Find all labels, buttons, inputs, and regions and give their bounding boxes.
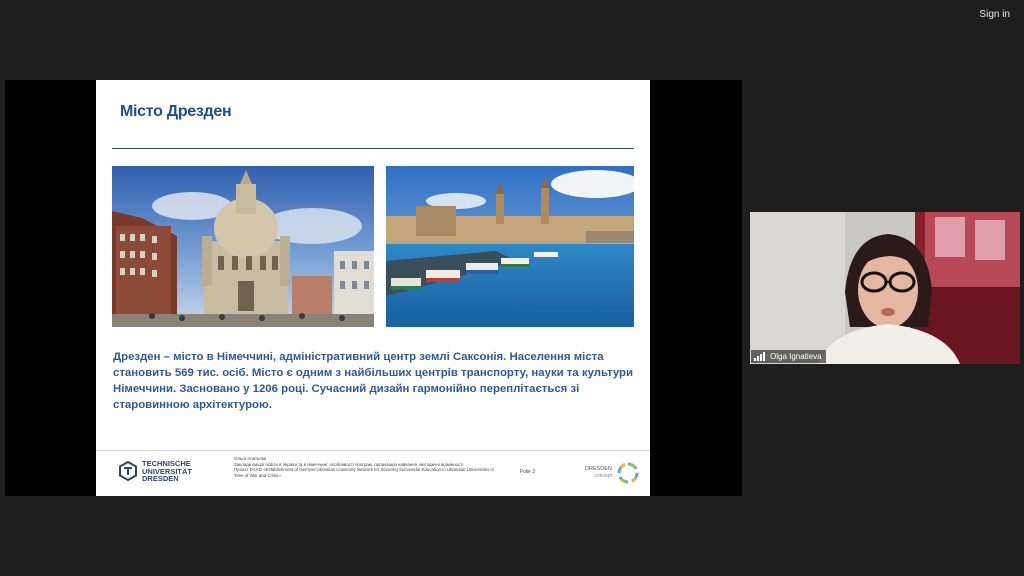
footer-divider	[96, 450, 650, 451]
presentation-slide: Місто Дрезден Дрезден – місто в Німеччин…	[96, 80, 650, 496]
footer-project: Проект DAAD «Establishment of German-Ukr…	[234, 467, 494, 478]
slide-page-number: Folie 3	[520, 469, 536, 475]
dresden-logo-sub: concept	[594, 473, 612, 479]
signal-strength-icon	[754, 352, 766, 361]
dresden-concept-ring-icon	[617, 462, 639, 484]
slide-title: Місто Дрезден	[120, 103, 232, 120]
tu-logo-line-3: DRESDEN	[142, 474, 179, 483]
footer-info: Ольга Ігнатьєва Заклади вищої освіти в У…	[234, 456, 504, 478]
participant-video-tile[interactable]: Olga Ignatieva	[750, 212, 1020, 364]
slide-body-text: Дрезден – місто в Німеччині, адміністрат…	[113, 351, 634, 411]
participant-name: Olga Ignatieva	[770, 352, 822, 361]
participant-video-feed	[750, 212, 1020, 364]
tu-dresden-emblem-icon	[119, 461, 137, 482]
frauenkirche-photo	[112, 166, 374, 327]
title-divider	[112, 148, 634, 149]
tu-dresden-logo: TECHNISCHE UNIVERSITÄT DRESDEN	[118, 460, 192, 483]
participant-name-tag: Olga Ignatieva	[751, 350, 826, 363]
dresden-concept-logo: DRESDEN concept	[585, 461, 640, 485]
elbe-river-photo	[386, 166, 634, 327]
sign-in-button[interactable]: Sign in	[975, 7, 1014, 22]
dresden-logo-main: DRESDEN	[585, 466, 612, 472]
